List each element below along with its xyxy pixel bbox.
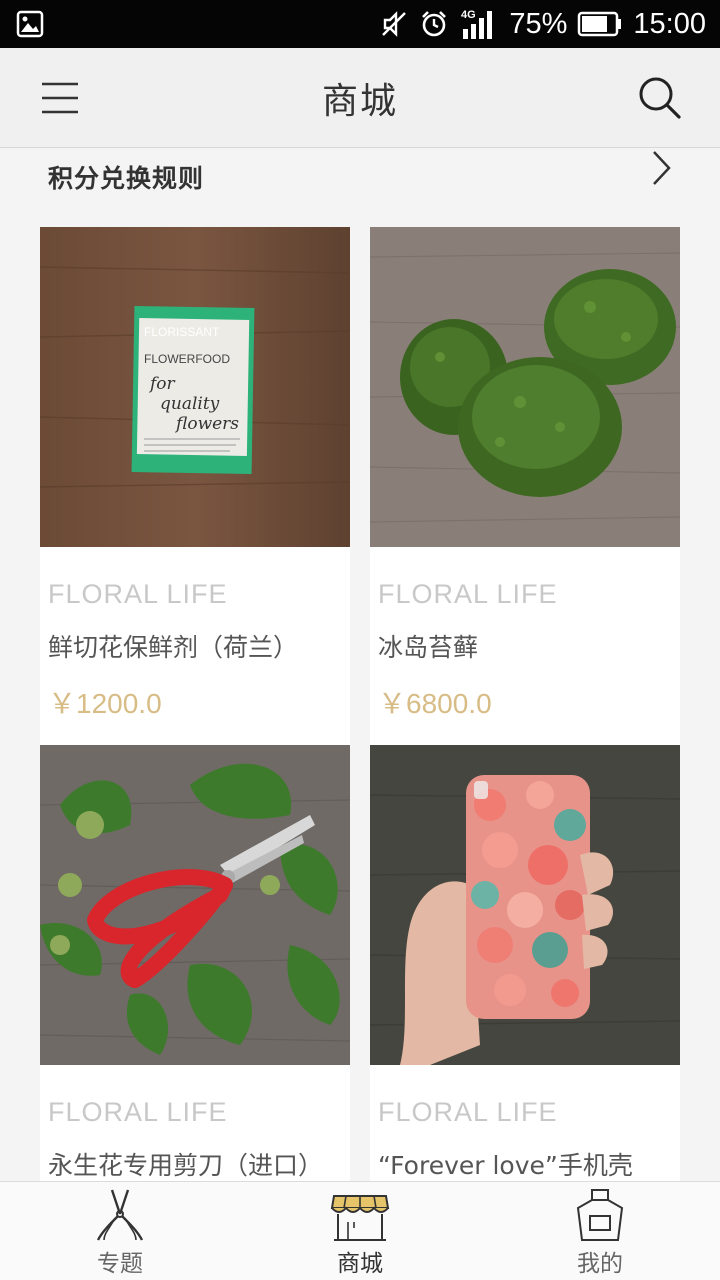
product-brand: FLORAL LIFE: [48, 1097, 228, 1127]
clock-time: 15:00: [633, 7, 706, 40]
points-exchange-rules-link[interactable]: 积分兑换规则: [0, 149, 720, 205]
signal-icon: 4G: [461, 9, 493, 39]
app-header: 商城: [0, 48, 720, 148]
bottom-tab-bar: 专题 商城 我的: [0, 1181, 720, 1280]
product-price: ￥6800.0: [378, 688, 492, 719]
alarm-icon: [422, 11, 447, 37]
silent-mode-icon: [382, 11, 407, 37]
product-image-flower-food: FLORISSANT FLOWERFOOD for quality flower…: [40, 227, 350, 547]
product-card[interactable]: FLORISSANT FLOWERFOOD for quality flower…: [40, 227, 350, 745]
shop-awning-icon: [330, 1195, 390, 1241]
apron-icon: [576, 1189, 624, 1241]
tab-mine[interactable]: 我的: [480, 1182, 720, 1280]
tab-topics[interactable]: 专题: [0, 1182, 240, 1280]
product-name: 鲜切花保鲜剂（荷兰）: [48, 633, 299, 662]
rules-label: 积分兑换规则: [48, 164, 205, 193]
search-icon[interactable]: [636, 74, 684, 122]
tab-label: 我的: [577, 1251, 623, 1277]
battery-icon: [578, 11, 622, 37]
page-title: 商城: [321, 81, 398, 122]
product-image-scissors: [40, 745, 350, 1065]
product-card[interactable]: FLORAL LIFE 冰岛苔藓 ￥6800.0: [370, 227, 680, 745]
image-notification-icon: [16, 10, 44, 38]
product-name: 冰岛苔藓: [378, 633, 479, 662]
product-name: “Forever love”手机壳: [378, 1151, 633, 1180]
chevron-right-icon: [653, 151, 671, 185]
product-image-moss: [370, 227, 680, 547]
battery-percent: 75%: [509, 7, 568, 40]
packet-brand-text: FLORISSANT: [144, 325, 220, 339]
product-grid: FLORISSANT FLOWERFOOD for quality flower…: [40, 227, 680, 1263]
network-type-text: 4G: [461, 9, 476, 21]
tab-label: 商城: [337, 1251, 383, 1277]
packet-product-text: FLOWERFOOD: [144, 352, 230, 366]
product-brand: FLORAL LIFE: [378, 579, 558, 609]
product-price: ￥1200.0: [48, 688, 162, 719]
tab-shop[interactable]: 商城: [240, 1182, 480, 1280]
product-image-phone-case: [370, 745, 680, 1065]
pruning-shears-icon: [96, 1189, 144, 1241]
packet-tagline-3: flowers: [174, 414, 239, 434]
product-brand: FLORAL LIFE: [48, 579, 228, 609]
packet-tagline-1: for: [148, 374, 176, 394]
status-bar: 4G 75% 15:00: [0, 0, 720, 48]
packet-tagline-2: quality: [160, 394, 220, 414]
product-name: 永生花专用剪刀（进口）: [48, 1151, 324, 1180]
product-brand: FLORAL LIFE: [378, 1097, 558, 1127]
tab-label: 专题: [97, 1251, 143, 1277]
